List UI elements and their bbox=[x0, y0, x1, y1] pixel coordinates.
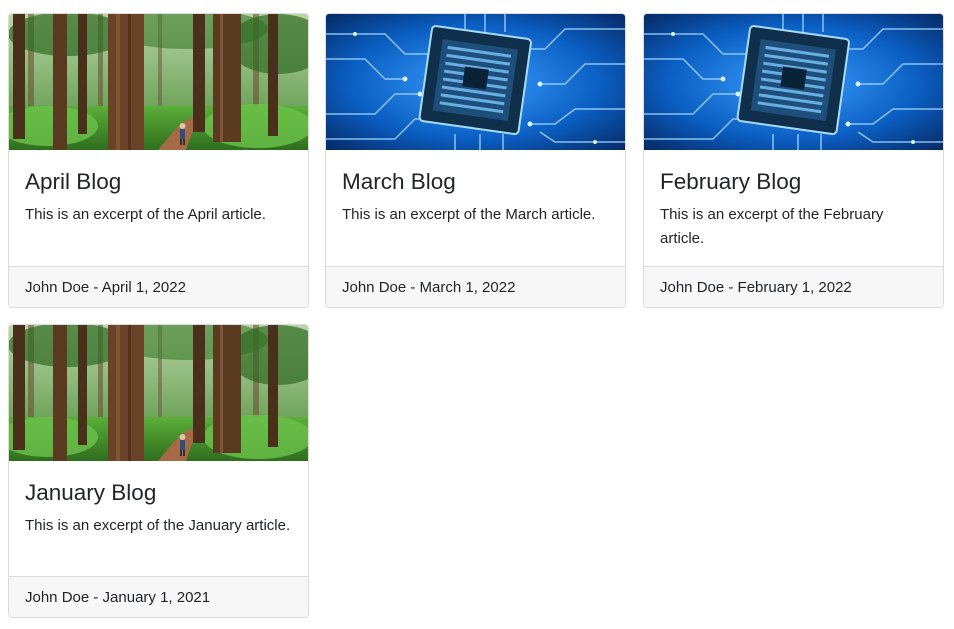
card-title[interactable]: March Blog bbox=[342, 167, 609, 197]
card-excerpt: This is an excerpt of the March article. bbox=[342, 206, 596, 223]
card-body: March Blog This is an excerpt of the Mar… bbox=[326, 150, 625, 266]
card-footer: John Doe - March 1, 2022 bbox=[326, 266, 625, 307]
blog-card[interactable]: January Blog This is an excerpt of the J… bbox=[8, 324, 309, 618]
card-title[interactable]: January Blog bbox=[25, 478, 292, 508]
card-title[interactable]: April Blog bbox=[25, 167, 292, 197]
card-footer: John Doe - February 1, 2022 bbox=[644, 266, 943, 307]
circuit-chip-photo[interactable] bbox=[644, 14, 943, 150]
card-body: April Blog This is an excerpt of the Apr… bbox=[9, 150, 308, 266]
blog-card[interactable]: April Blog This is an excerpt of the Apr… bbox=[8, 13, 309, 308]
card-excerpt: This is an excerpt of the April article. bbox=[25, 206, 266, 223]
circuit-chip-photo[interactable] bbox=[326, 14, 625, 150]
blog-card[interactable]: March Blog This is an excerpt of the Mar… bbox=[325, 13, 626, 308]
card-body: February Blog This is an excerpt of the … bbox=[644, 150, 943, 266]
card-footer: John Doe - January 1, 2021 bbox=[9, 576, 308, 617]
card-excerpt: This is an excerpt of the February artic… bbox=[660, 206, 884, 247]
card-excerpt: This is an excerpt of the January articl… bbox=[25, 517, 291, 534]
card-title[interactable]: February Blog bbox=[660, 167, 927, 197]
forest-photo[interactable] bbox=[9, 325, 308, 461]
blog-card[interactable]: February Blog This is an excerpt of the … bbox=[643, 13, 944, 308]
forest-photo[interactable] bbox=[9, 14, 308, 150]
blog-card-grid: April Blog This is an excerpt of the Apr… bbox=[0, 0, 954, 629]
card-footer: John Doe - April 1, 2022 bbox=[9, 266, 308, 307]
card-body: January Blog This is an excerpt of the J… bbox=[9, 461, 308, 576]
